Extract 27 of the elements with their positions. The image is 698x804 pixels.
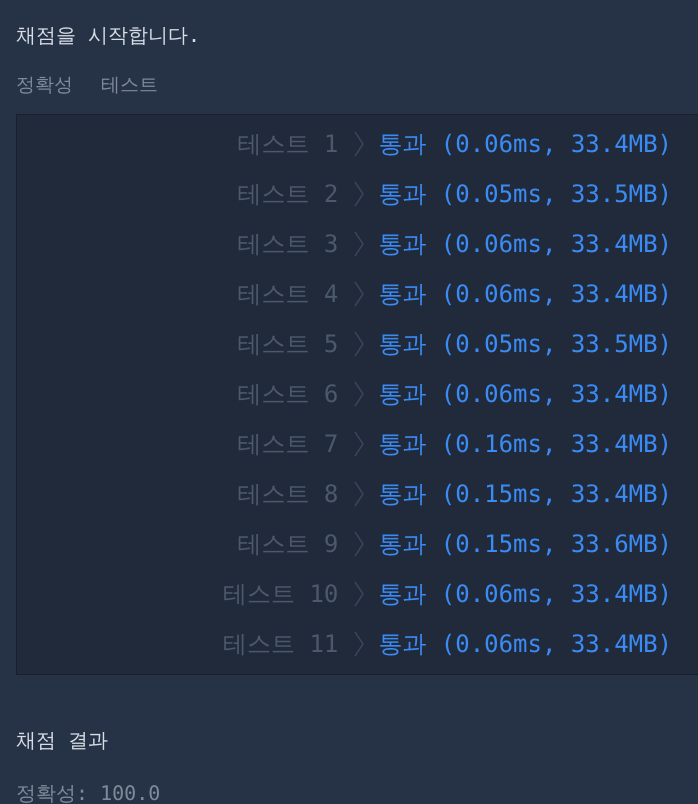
chevron-icon: [354, 531, 364, 557]
chevron-icon: [354, 331, 364, 357]
summary-title: 채점 결과: [16, 727, 110, 754]
test-result: 통과 (0.06ms, 33.4MB): [378, 379, 672, 410]
chevron-icon: [354, 181, 364, 207]
test-result: 통과 (0.06ms, 33.4MB): [378, 129, 672, 160]
chevron-icon: [354, 631, 364, 657]
test-result: 통과 (0.16ms, 33.4MB): [378, 429, 672, 460]
chevron-icon: [354, 131, 364, 157]
chevron-icon: [354, 481, 364, 507]
section-title: 테스트: [101, 73, 158, 98]
test-result: 통과 (0.15ms, 33.4MB): [378, 479, 672, 510]
test-result: 통과 (0.06ms, 33.4MB): [378, 229, 672, 260]
chevron-icon: [354, 281, 364, 307]
grading-start-message: 채점을 시작합니다.: [16, 22, 202, 49]
section-category: 정확성: [16, 73, 73, 98]
test-result: 통과 (0.05ms, 33.5MB): [378, 329, 672, 360]
test-result: 통과 (0.06ms, 33.4MB): [378, 279, 672, 310]
test-result: 통과 (0.06ms, 33.4MB): [378, 579, 672, 610]
test-result: 통과 (0.05ms, 33.5MB): [378, 179, 672, 210]
score-text: 정확성: 100.0: [16, 780, 162, 804]
chevron-icon: [354, 231, 364, 257]
chevron-icon: [354, 381, 364, 407]
test-result: 통과 (0.15ms, 33.6MB): [378, 529, 672, 560]
test-result: 통과 (0.06ms, 33.4MB): [378, 629, 672, 660]
chevron-icon: [354, 581, 364, 607]
chevron-icon: [354, 431, 364, 457]
